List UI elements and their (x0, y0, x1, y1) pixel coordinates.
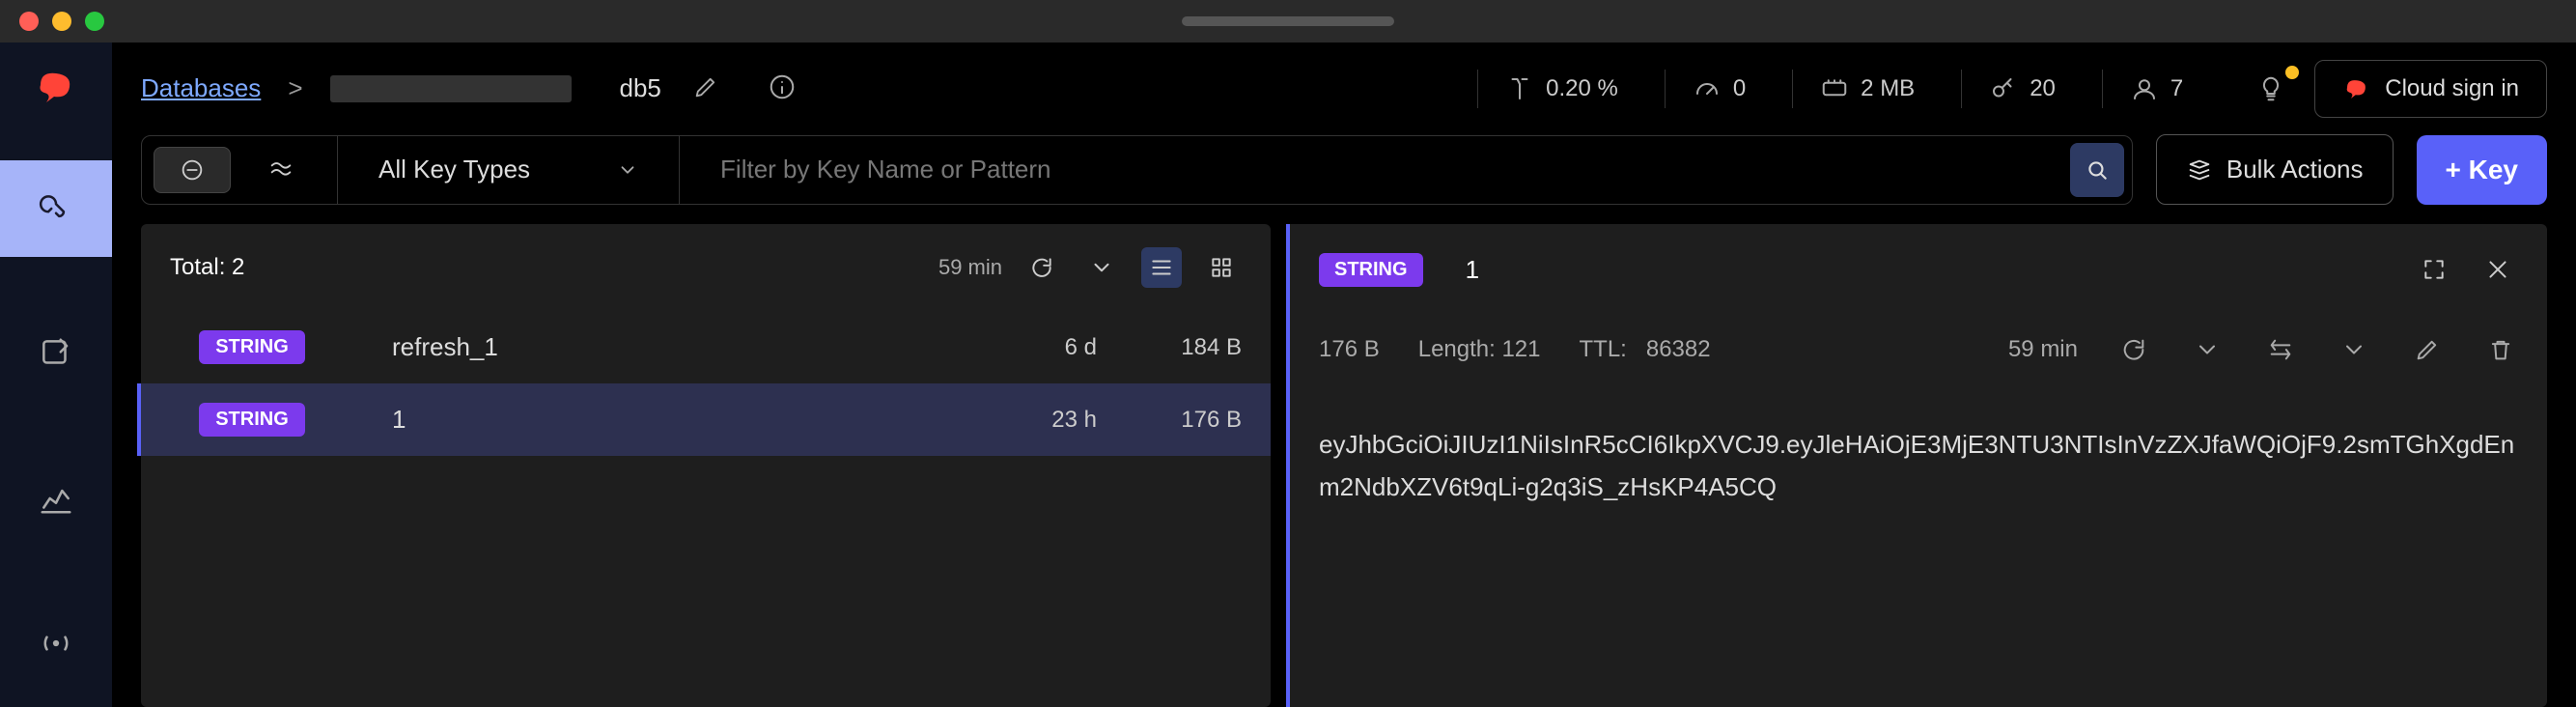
close-detail-button[interactable] (2478, 249, 2518, 290)
delete-key-button[interactable] (2483, 332, 2518, 367)
detail-ttl-label: TTL: (1580, 336, 1627, 363)
nav-browser[interactable] (0, 160, 112, 257)
filter-mode-pattern-button[interactable] (242, 147, 320, 193)
total-label: Total: 2 (170, 254, 919, 281)
key-type-badge: STRING (199, 330, 305, 364)
list-refresh-time: 59 min (938, 255, 1002, 280)
key-row[interactable]: STRING 1 23 h 176 B (137, 383, 1271, 456)
nav-analytics[interactable] (0, 450, 112, 547)
bulk-actions-label: Bulk Actions (2226, 155, 2364, 184)
filter-input[interactable] (697, 136, 2070, 204)
header-bar: Databases > db5 0.20 % 0 2 MB (112, 42, 2576, 134)
nav-rail (0, 42, 112, 707)
stat-memory: 2 MB (1792, 70, 1942, 108)
key-ttl: 23 h (981, 407, 1097, 434)
detail-length: Length: 121 (1418, 336, 1541, 363)
refresh-value-button[interactable] (2116, 332, 2151, 367)
breadcrumb-redacted (330, 75, 572, 102)
refresh-value-options[interactable] (2190, 332, 2225, 367)
detail-meta-row: 176 B Length: 121 TTL: 86382 59 min (1290, 315, 2547, 384)
window-titlebar (0, 0, 2576, 42)
key-types-label: All Key Types (378, 155, 530, 184)
filter-mode-exact-button[interactable] (154, 147, 231, 193)
maximize-window-button[interactable] (85, 12, 104, 31)
key-ttl: 6 d (981, 334, 1097, 361)
fullscreen-button[interactable] (2414, 249, 2454, 290)
info-icon[interactable] (768, 72, 797, 104)
bulk-actions-button[interactable]: Bulk Actions (2156, 134, 2394, 205)
stat-clients: 7 (2102, 70, 2210, 108)
key-name: 1 (334, 405, 952, 435)
db-name: db5 (620, 73, 661, 103)
cloud-signin-button[interactable]: Cloud sign in (2314, 60, 2547, 118)
key-size: 184 B (1126, 334, 1242, 361)
view-list-button[interactable] (1141, 247, 1182, 288)
key-name: refresh_1 (334, 332, 952, 362)
key-size: 176 B (1126, 407, 1242, 434)
app-logo[interactable] (31, 62, 81, 112)
detail-header: STRING 1 (1290, 224, 2547, 315)
detail-type-badge: STRING (1319, 253, 1423, 287)
formatter-button[interactable] (2263, 332, 2298, 367)
breadcrumb-sep: > (288, 73, 302, 103)
key-type-badge: STRING (199, 403, 305, 437)
search-button[interactable] (2070, 143, 2124, 197)
key-types-dropdown[interactable]: All Key Types (355, 155, 661, 184)
key-list-header: Total: 2 59 min (141, 224, 1271, 311)
view-tree-button[interactable] (1201, 247, 1242, 288)
key-list-panel: Total: 2 59 min STRIN (141, 224, 1271, 707)
notification-dot (2285, 66, 2299, 79)
detail-ttl-value[interactable]: 86382 (1646, 336, 1711, 363)
refresh-options-dropdown[interactable] (1081, 247, 1122, 288)
nav-pubsub[interactable] (0, 595, 112, 692)
stat-clients-value: 7 (2170, 75, 2183, 102)
stat-keys-value: 20 (2030, 75, 2056, 102)
add-key-button[interactable]: + Key (2417, 135, 2548, 205)
stat-latency: 0 (1665, 70, 1773, 108)
close-window-button[interactable] (19, 12, 39, 31)
refresh-list-button[interactable] (1022, 247, 1062, 288)
insights-icon[interactable] (2229, 70, 2295, 108)
key-row[interactable]: STRING refresh_1 6 d 184 B (141, 311, 1271, 383)
edit-db-icon[interactable] (692, 73, 719, 103)
traffic-lights (19, 12, 104, 31)
breadcrumb-root[interactable]: Databases (141, 73, 261, 103)
filter-bar: All Key Types Bulk Actions + Key (112, 134, 2576, 224)
title-drag-handle[interactable] (1182, 16, 1394, 26)
detail-key-name: 1 (1466, 255, 1479, 285)
filter-box: All Key Types (141, 135, 2133, 205)
stat-keys: 20 (1961, 70, 2083, 108)
formatter-options[interactable] (2337, 332, 2371, 367)
stat-latency-value: 0 (1733, 75, 1746, 102)
stat-memory-value: 2 MB (1861, 75, 1915, 102)
add-key-label: + Key (2446, 155, 2519, 184)
cloud-signin-label: Cloud sign in (2385, 75, 2519, 102)
detail-refresh-time: 59 min (2008, 336, 2078, 363)
stat-cpu-value: 0.20 % (1546, 75, 1618, 102)
nav-workbench[interactable] (0, 305, 112, 402)
stat-cpu: 0.20 % (1477, 70, 1645, 108)
detail-size: 176 B (1319, 336, 1380, 363)
value-content[interactable]: eyJhbGciOiJIUzI1NiIsInR5cCI6IkpXVCJ9.eyJ… (1290, 384, 2547, 547)
key-detail-panel: STRING 1 176 B Length: 121 TTL: 86382 (1286, 224, 2547, 707)
minimize-window-button[interactable] (52, 12, 71, 31)
pencilaimin=[interactable] (2410, 332, 2445, 367)
